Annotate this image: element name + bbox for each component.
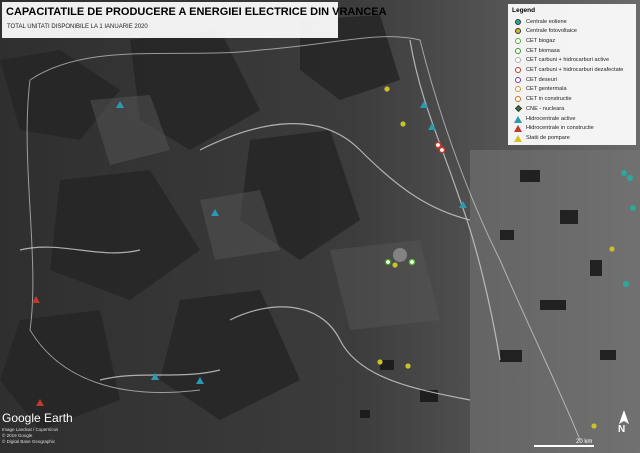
- map-subtitle: TOTAL UNITATI DISPONIBILE LA 1 IANUARIE …: [7, 24, 148, 30]
- wind-marker[interactable]: [630, 205, 636, 211]
- legend-symbol-icon: [514, 37, 522, 45]
- legend-item-label: CNE - nucleara: [526, 105, 565, 112]
- legend-item: CET geotermala: [514, 85, 567, 94]
- scale-bar: 20 km: [534, 439, 594, 449]
- solar-marker[interactable]: [392, 262, 398, 268]
- wind-marker[interactable]: [627, 175, 633, 181]
- north-arrow: N: [612, 410, 636, 438]
- legend-item-label: CET biomasa: [526, 47, 560, 54]
- legend-title: Legend: [512, 7, 536, 14]
- legend-item-label: Centrale eoliene: [526, 18, 567, 25]
- legend-item: Hidrocentrale active: [514, 114, 575, 123]
- legend-symbol-icon: [514, 27, 522, 35]
- google-earth-logo: Google Earth: [2, 411, 73, 425]
- legend-item-label: CET geotermala: [526, 86, 567, 93]
- legend-item: CET biomasa: [514, 46, 560, 55]
- scale-label: 20 km: [576, 439, 593, 445]
- solar-marker[interactable]: [377, 359, 383, 365]
- legend-symbol-icon: [514, 66, 522, 74]
- wind-marker[interactable]: [623, 281, 629, 287]
- map-view[interactable]: CAPACITATILE DE PRODUCERE A ENERGIEI ELE…: [0, 0, 640, 453]
- legend-item-label: CET carbuni + hidrocarburi active: [526, 57, 610, 64]
- legend-symbol-icon: [514, 85, 522, 93]
- map-title-box: CAPACITATILE DE PRODUCERE A ENERGIEI ELE…: [2, 2, 387, 38]
- legend-item: Statii de pompare: [514, 133, 570, 142]
- cet-decommissioned-marker[interactable]: [438, 146, 446, 154]
- legend-symbol-icon: [514, 105, 522, 113]
- legend-symbol-icon: [514, 76, 522, 84]
- legend-symbol-icon: [514, 18, 522, 26]
- legend-symbol-icon: [514, 95, 522, 103]
- solar-marker[interactable]: [384, 86, 390, 92]
- legend-item-label: Centrale fotovoltaice: [526, 28, 577, 35]
- legend-item-label: CET carbuni + hidrocarburi dezafectate: [526, 67, 624, 73]
- legend-symbol-icon: [514, 124, 522, 133]
- solar-marker[interactable]: [591, 423, 597, 429]
- biomass-marker[interactable]: [384, 258, 392, 266]
- legend-item: CET biogaz: [514, 36, 555, 45]
- legend-item: CET in constructie: [514, 95, 572, 104]
- legend-symbol-icon: [514, 56, 522, 64]
- legend-symbol-icon: [514, 47, 522, 55]
- wind-marker[interactable]: [621, 170, 627, 176]
- legend-item-label: CET deseuri: [526, 76, 557, 83]
- cet-decommissioned-marker[interactable]: [434, 141, 442, 149]
- imagery-credits: Image Landsat / Copernicus © 2019 Google…: [2, 427, 59, 444]
- north-label: N: [618, 424, 626, 435]
- map-title: CAPACITATILE DE PRODUCERE A ENERGIEI ELE…: [6, 6, 387, 18]
- solar-marker[interactable]: [609, 246, 615, 252]
- solar-marker[interactable]: [400, 121, 406, 127]
- legend-item-label: CET biogaz: [526, 37, 556, 44]
- legend-item-label: Statii de pompare: [526, 134, 570, 141]
- legend-symbol-icon: [514, 134, 522, 142]
- legend-item: Hidrocentrale in constructie: [514, 124, 594, 133]
- legend-symbol-icon: [514, 115, 522, 123]
- solar-marker[interactable]: [405, 363, 411, 369]
- legend-item: CET carbuni + hidrocarburi active: [514, 56, 609, 65]
- legend-item: CET deseuri: [514, 75, 557, 84]
- legend-item-label: Hidrocentrale active: [526, 115, 576, 122]
- legend-item: Centrale eoliene: [514, 17, 567, 26]
- legend-item: CNE - nucleara: [514, 104, 564, 113]
- legend-panel: Legend Centrale eoliene Centrale fotovolt…: [508, 4, 636, 145]
- legend-item: CET carbuni + hidrocarburi dezafectate: [514, 66, 623, 75]
- legend-item: Centrale fotovoltaice: [514, 27, 577, 36]
- legend-item-label: CET in constructie: [526, 96, 572, 103]
- biogas-marker[interactable]: [408, 258, 416, 266]
- legend-item-label: Hidrocentrale in constructie: [526, 125, 594, 132]
